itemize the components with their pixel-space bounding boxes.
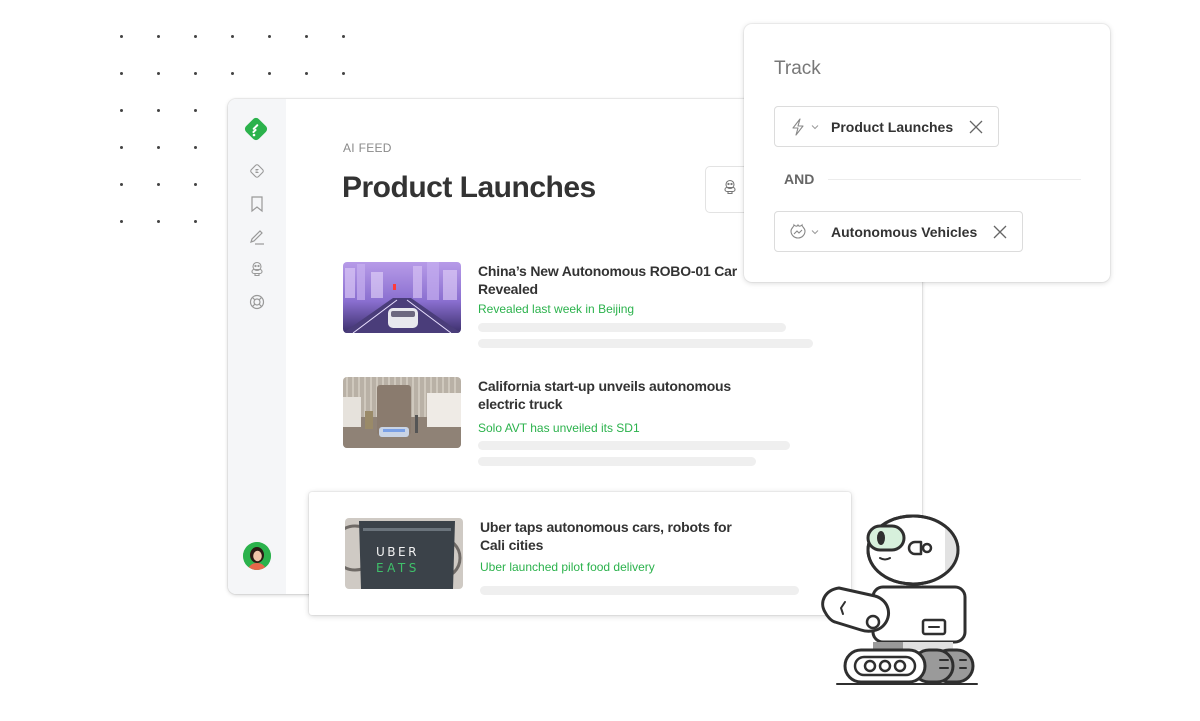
grid-dot <box>268 35 271 38</box>
page-title: Product Launches <box>342 171 596 204</box>
article-item-highlighted[interactable]: UBER EATS Uber taps autonomous cars, rob… <box>309 492 851 615</box>
track-title: Track <box>774 58 821 79</box>
grid-dot <box>157 35 160 38</box>
sidebar-item-notes[interactable] <box>245 227 269 251</box>
grid-dot <box>120 35 123 38</box>
grid-dot <box>120 109 123 112</box>
track-panel: Track Product Launches AND Autonomous Ve… <box>744 24 1110 282</box>
grid-dot <box>194 183 197 186</box>
grid-dot <box>157 72 160 75</box>
user-avatar[interactable] <box>243 542 271 570</box>
grid-dot <box>194 109 197 112</box>
feed-type-label: AI FEED <box>343 141 392 155</box>
filter-label: Autonomous Vehicles <box>831 223 978 240</box>
grid-dot <box>120 183 123 186</box>
grid-dot <box>194 220 197 223</box>
trend-badge-icon[interactable] <box>789 223 807 241</box>
article-title[interactable]: California start-up unveils autonomous e… <box>478 377 748 413</box>
lightning-icon[interactable] <box>789 117 807 136</box>
boolean-operator-label: AND <box>784 171 815 187</box>
article-summary: Revealed last week in Beijing <box>478 302 635 316</box>
robot-icon <box>248 260 266 283</box>
grid-dot <box>231 72 234 75</box>
grid-dot <box>194 146 197 149</box>
close-icon[interactable] <box>968 119 984 135</box>
article-summary: Uber launched pilot food delivery <box>480 560 655 574</box>
bookmark-icon <box>249 195 265 218</box>
text-skeleton-line <box>478 457 756 466</box>
grid-dot <box>305 72 308 75</box>
robot-mascot-illustration <box>815 512 985 687</box>
chevron-down-icon[interactable] <box>810 121 822 133</box>
grid-dot <box>305 35 308 38</box>
pencil-icon <box>248 228 266 251</box>
feedly-logo-icon[interactable] <box>242 115 270 143</box>
article-title[interactable]: China’s New Autonomous ROBO-01 Car Revea… <box>478 262 748 298</box>
sidebar-item-today[interactable] <box>245 161 269 185</box>
diamond-badge-icon <box>248 162 266 185</box>
article-thumbnail <box>343 262 461 333</box>
grid-dot <box>157 146 160 149</box>
filter-chip-autonomous-vehicles[interactable]: Autonomous Vehicles <box>774 211 1024 252</box>
sidebar-item-saved[interactable] <box>245 194 269 218</box>
grid-dot <box>157 183 160 186</box>
thumb-brand-text: UBER <box>376 545 419 559</box>
text-skeleton-line <box>478 323 786 332</box>
thumb-brand-text: EATS <box>376 561 420 575</box>
article-item[interactable]: California start-up unveils autonomous e… <box>343 377 823 467</box>
chevron-down-icon[interactable] <box>810 226 822 238</box>
article-thumbnail <box>343 377 461 448</box>
grid-dot <box>157 220 160 223</box>
grid-dot <box>194 35 197 38</box>
filter-chip-product-launches[interactable]: Product Launches <box>774 106 1000 147</box>
grid-dot <box>231 35 234 38</box>
article-thumbnail: UBER EATS <box>345 518 463 589</box>
robot-icon <box>721 178 739 201</box>
grid-dot <box>120 220 123 223</box>
grid-dot <box>194 72 197 75</box>
lifebuoy-icon <box>248 293 266 316</box>
article-summary: Solo AVT has unveiled its SD1 <box>478 421 640 435</box>
article-content: UBER EATS Uber taps autonomous cars, rob… <box>345 518 825 608</box>
grid-dot <box>342 72 345 75</box>
sidebar <box>228 99 286 594</box>
grid-dot <box>342 35 345 38</box>
grid-dot <box>120 146 123 149</box>
grid-dot <box>268 72 271 75</box>
grid-dot <box>157 109 160 112</box>
sidebar-item-help[interactable] <box>245 292 269 316</box>
filter-label: Product Launches <box>831 118 954 135</box>
grid-dot <box>120 72 123 75</box>
text-skeleton-line <box>478 441 790 450</box>
article-title[interactable]: Uber taps autonomous cars, robots for Ca… <box>480 518 750 554</box>
sidebar-item-ai[interactable] <box>245 259 269 283</box>
divider <box>828 179 1081 180</box>
text-skeleton-line <box>480 586 799 595</box>
text-skeleton-line <box>478 339 813 348</box>
close-icon[interactable] <box>992 224 1008 240</box>
